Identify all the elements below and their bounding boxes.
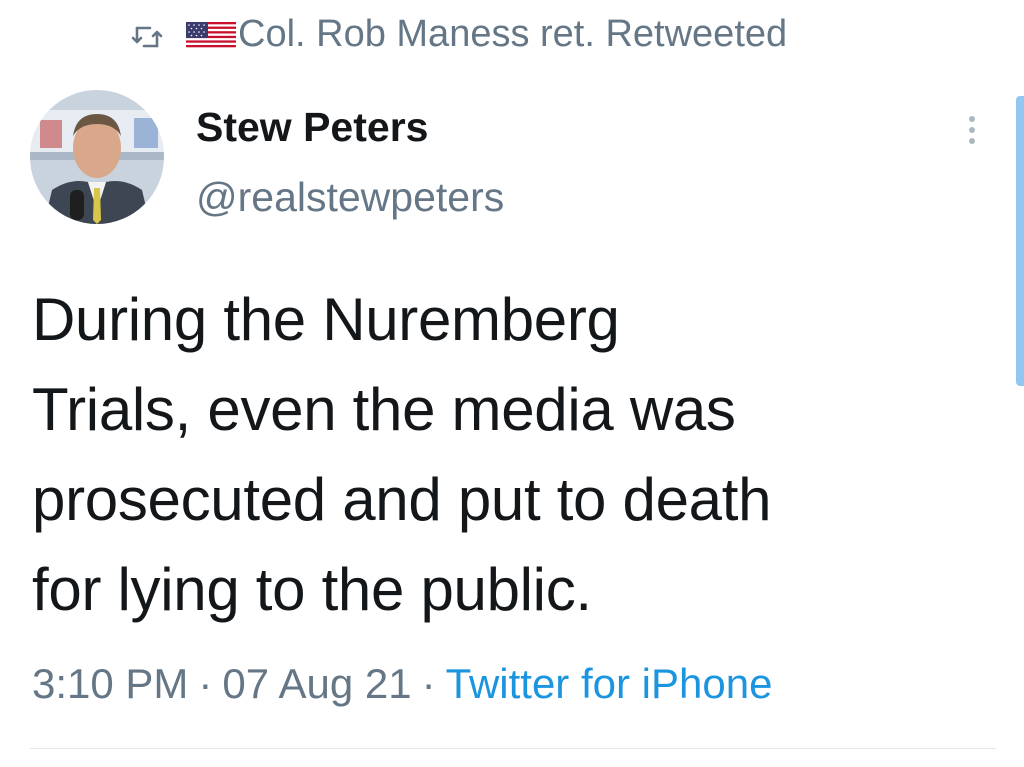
tweet-text-line: During the Nuremberg: [32, 286, 620, 353]
divider: [30, 748, 996, 749]
meta-separator: ·: [198, 660, 213, 707]
tweet-text-line: prosecuted and put to death: [32, 466, 772, 533]
meta-separator: ·: [421, 660, 436, 707]
display-name[interactable]: Stew Peters: [196, 104, 428, 151]
scrollbar[interactable]: [1016, 96, 1024, 386]
tweet-meta: 3:10 PM · 07 Aug 21 · Twitter for iPhone: [32, 660, 772, 708]
tweet-date[interactable]: 07 Aug 21: [222, 660, 411, 707]
tweet-text-line: for lying to the public.: [32, 556, 592, 623]
retweet-context[interactable]: Col. Rob Maness ret. Retweeted: [130, 10, 787, 58]
handle[interactable]: @realstewpeters: [196, 174, 504, 221]
tweet-source-link[interactable]: Twitter for iPhone: [446, 660, 773, 707]
tweet-time[interactable]: 3:10 PM: [32, 660, 188, 707]
tweet-text: During the Nuremberg Trials, even the me…: [32, 275, 992, 635]
tweet-header: Stew Peters @realstewpeters: [30, 90, 1010, 230]
us-flag-icon: [186, 19, 236, 49]
avatar[interactable]: [30, 90, 164, 224]
retweet-label: Col. Rob Maness ret. Retweeted: [238, 12, 788, 55]
retweet-icon: [130, 19, 164, 49]
more-options-icon[interactable]: [960, 110, 984, 150]
tweet-text-line: Trials, even the media was: [32, 376, 736, 443]
